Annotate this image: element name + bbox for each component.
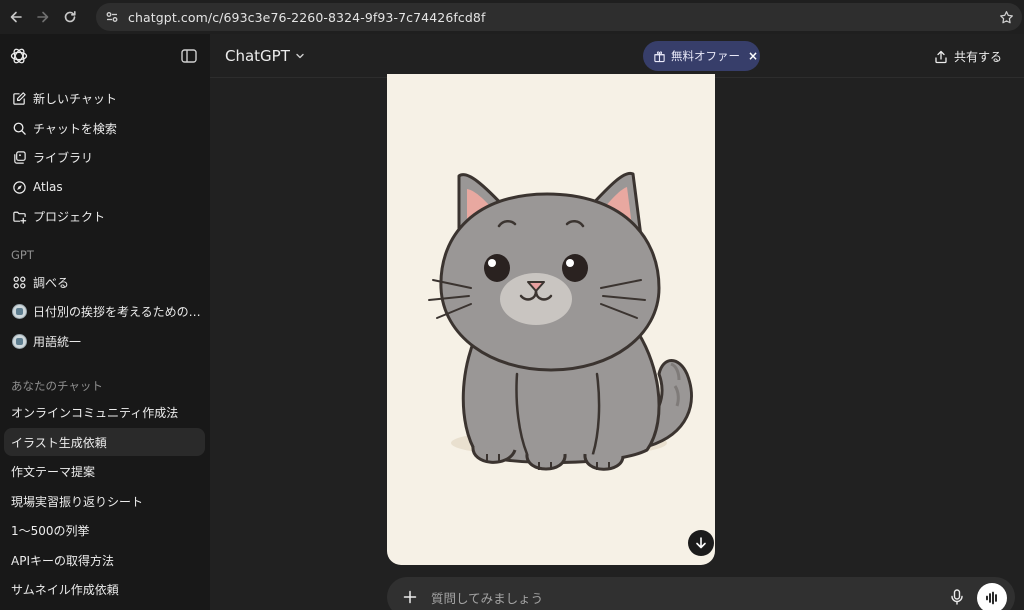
offer-label: 無料オファー xyxy=(671,49,740,63)
url-text[interactable]: chatgpt.com/c/693c3e76-2260-8324-9f93-7c… xyxy=(128,10,485,25)
section-label-your-chats: あなたのチャット xyxy=(11,379,103,393)
chat-item-label: 1〜500の列挙 xyxy=(11,523,90,538)
reload-icon[interactable] xyxy=(59,6,81,28)
sidebar-item-label: 調べる xyxy=(33,275,70,290)
sidebar-item-label: ライブラリ xyxy=(33,150,94,165)
chat-main: ChatGPT 無料オファー × 共有する 質問してみましょう xyxy=(210,34,1024,610)
sidebar-item-label: プロジェクト xyxy=(33,209,106,224)
atlas-icon xyxy=(11,179,27,195)
chat-item[interactable]: サムネイル作成依頼 xyxy=(4,575,205,603)
voice-mode-button[interactable] xyxy=(977,583,1007,610)
explore-grid-icon xyxy=(11,274,27,290)
chat-item[interactable]: オンラインコミュニティ作成法 xyxy=(4,398,205,426)
section-label-gpt: GPT xyxy=(11,248,34,262)
sidebar-item-projects[interactable]: プロジェクト xyxy=(4,202,205,230)
scroll-down-button[interactable] xyxy=(688,530,714,556)
gift-icon xyxy=(654,50,665,62)
sidebar-item-label: 新しいチャット xyxy=(33,91,117,106)
composer-placeholder[interactable]: 質問してみましょう xyxy=(431,588,543,607)
offer-close-icon[interactable]: × xyxy=(748,49,758,63)
generated-image[interactable] xyxy=(387,74,715,565)
chat-item-label: 作文テーマ提案 xyxy=(11,464,96,479)
library-icon xyxy=(11,149,27,165)
sidebar-header xyxy=(0,34,210,80)
sidebar-item-label: 日付別の挨拶を考えるための… xyxy=(33,304,201,319)
gpt-avatar-icon xyxy=(11,303,27,319)
chat-item-active[interactable]: イラスト生成依頼 xyxy=(4,428,205,456)
chat-item-label: 現場実習振り返りシート xyxy=(11,494,144,509)
sidebar-item-gpt-terms[interactable]: 用語統一 xyxy=(4,327,205,355)
free-offer-badge[interactable]: 無料オファー × xyxy=(643,41,760,71)
chat-item-label: オンラインコミュニティ作成法 xyxy=(11,405,179,420)
back-arrow-icon[interactable] xyxy=(5,6,27,28)
bookmark-star-icon[interactable] xyxy=(996,7,1016,27)
sidebar-item-library[interactable]: ライブラリ xyxy=(4,143,205,171)
sidebar-item-explore[interactable]: 調べる xyxy=(4,268,205,296)
address-bar[interactable]: chatgpt.com/c/693c3e76-2260-8324-9f93-7c… xyxy=(96,3,1022,31)
sidebar: 新しいチャット チャットを検索 ライブラリ Atlas プロジェクト GPT 調… xyxy=(0,34,210,610)
browser-toolbar: chatgpt.com/c/693c3e76-2260-8324-9f93-7c… xyxy=(0,0,1024,34)
sidebar-item-label: 用語統一 xyxy=(33,334,82,349)
site-settings-icon[interactable] xyxy=(102,7,122,27)
openai-logo-icon[interactable] xyxy=(9,46,29,66)
chevron-down-icon xyxy=(296,53,304,59)
search-icon xyxy=(11,120,27,136)
cat-illustration xyxy=(428,171,693,471)
chat-item-label: サムネイル作成依頼 xyxy=(11,582,119,597)
sidebar-item-gpt-greeting[interactable]: 日付別の挨拶を考えるための… xyxy=(4,297,205,325)
chat-item[interactable]: 作文テーマ提案 xyxy=(4,457,205,485)
chat-item-label: APIキーの取得方法 xyxy=(11,553,114,568)
chat-item[interactable]: 1〜500の列挙 xyxy=(4,516,205,544)
share-button[interactable]: 共有する xyxy=(934,48,1002,65)
model-selector[interactable]: ChatGPT xyxy=(225,47,306,65)
model-name: ChatGPT xyxy=(225,47,290,65)
waveform-icon xyxy=(986,591,997,605)
forward-arrow-icon[interactable] xyxy=(32,6,54,28)
microphone-icon[interactable] xyxy=(948,588,966,606)
share-label: 共有する xyxy=(953,50,1002,64)
chat-item-label: イラスト生成依頼 xyxy=(11,435,107,450)
sidebar-item-label: Atlas xyxy=(33,180,63,194)
plus-icon[interactable] xyxy=(400,587,420,607)
share-icon xyxy=(935,50,947,63)
sidebar-toggle-icon[interactable] xyxy=(180,47,198,65)
sidebar-item-search-chats[interactable]: チャットを検索 xyxy=(4,114,205,142)
sidebar-item-new-chat[interactable]: 新しいチャット xyxy=(4,84,205,112)
folder-plus-icon xyxy=(11,208,27,224)
sidebar-item-label: チャットを検索 xyxy=(33,121,117,136)
chat-header: ChatGPT 無料オファー × 共有する xyxy=(210,34,1024,78)
compose-icon xyxy=(11,90,27,106)
message-composer[interactable]: 質問してみましょう xyxy=(387,577,1015,610)
gpt-avatar-icon xyxy=(11,333,27,349)
chat-item[interactable]: 現場実習振り返りシート xyxy=(4,487,205,515)
arrow-down-icon xyxy=(696,537,706,549)
chat-item[interactable]: APIキーの取得方法 xyxy=(4,546,205,574)
sidebar-item-atlas[interactable]: Atlas xyxy=(4,173,205,201)
